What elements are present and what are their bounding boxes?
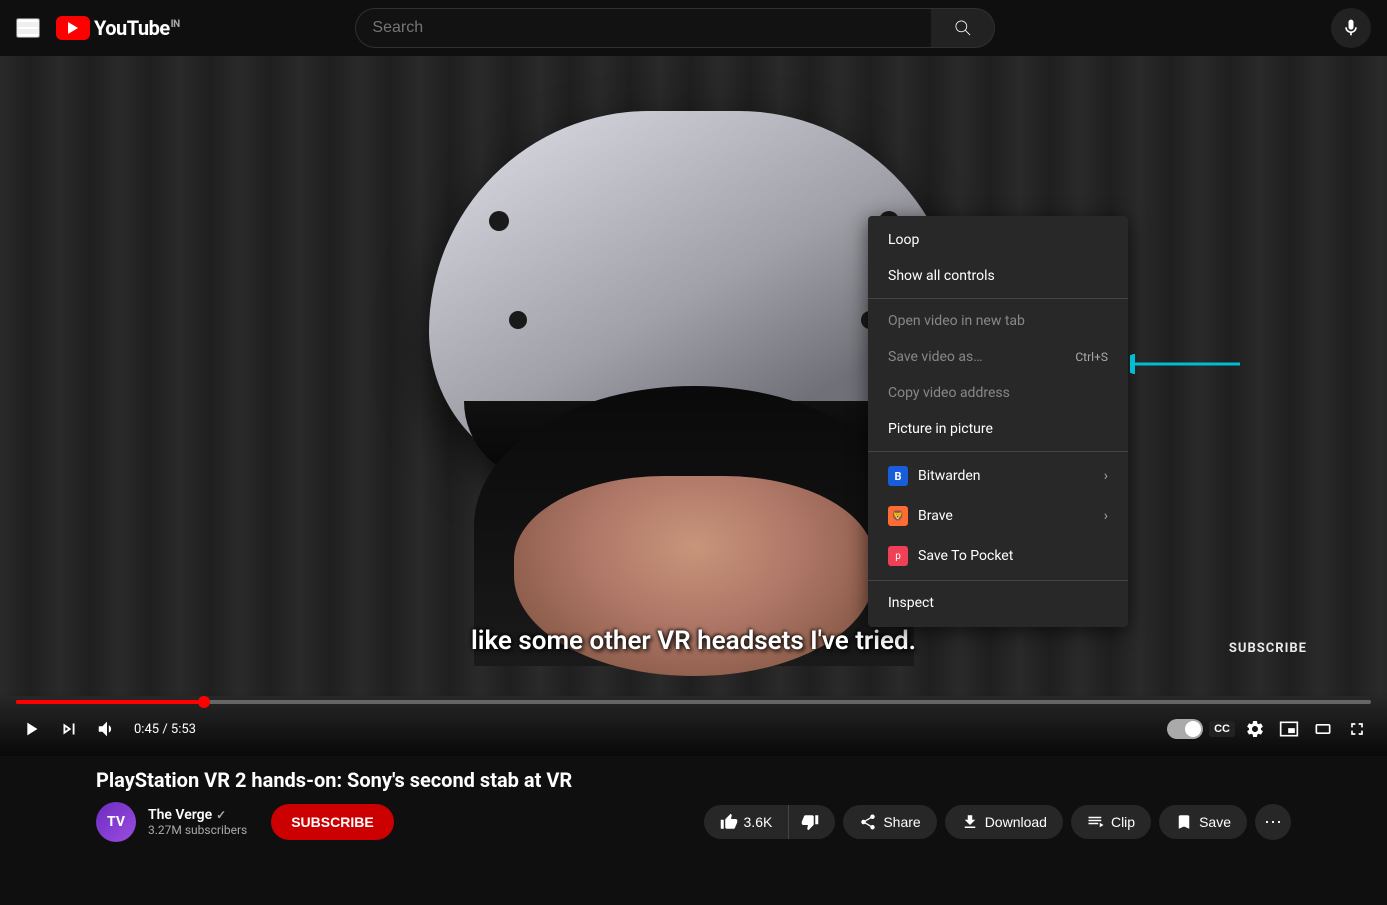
cc-button[interactable]: CC bbox=[1209, 721, 1235, 737]
toggle-knob bbox=[1185, 721, 1201, 737]
context-menu-copy-address[interactable]: Copy video address bbox=[868, 375, 1128, 411]
toggle-track[interactable] bbox=[1167, 719, 1203, 739]
header-right bbox=[1331, 8, 1371, 48]
controls-right: CC bbox=[1167, 715, 1371, 743]
video-container[interactable]: like some other VR headsets I've tried. … bbox=[0, 56, 1387, 756]
channel-avatar[interactable]: TV bbox=[96, 802, 136, 842]
progress-dot bbox=[198, 696, 210, 708]
brave-arrow: › bbox=[1104, 508, 1108, 524]
context-menu-brave[interactable]: 🦁 Brave › bbox=[868, 496, 1128, 536]
actions-row: 3.6K Share Download bbox=[704, 804, 1291, 840]
video-info: PlayStation VR 2 hands-on: Sony's second… bbox=[0, 756, 1387, 842]
settings-button[interactable] bbox=[1241, 715, 1269, 743]
cc-label: CC bbox=[1214, 723, 1230, 735]
context-menu-save-to-pocket[interactable]: p Save To Pocket bbox=[868, 536, 1128, 576]
like-button[interactable]: 3.6K bbox=[704, 805, 789, 839]
context-menu-save-video-as[interactable]: Save video as… Ctrl+S bbox=[868, 339, 1128, 375]
save-button[interactable]: Save bbox=[1159, 805, 1247, 839]
play-icon bbox=[20, 718, 42, 740]
context-menu-inspect[interactable]: Inspect bbox=[868, 585, 1128, 621]
context-menu-divider-3 bbox=[868, 580, 1128, 581]
miniplayer-icon bbox=[1279, 719, 1299, 739]
channel-subscribers: 3.27M subscribers bbox=[148, 823, 247, 837]
context-menu-divider-1 bbox=[868, 298, 1128, 299]
fullscreen-icon bbox=[1347, 719, 1367, 739]
progress-bar[interactable] bbox=[16, 700, 1371, 704]
header-left: YouTubeIN bbox=[16, 16, 180, 40]
verified-badge: ✓ bbox=[216, 808, 226, 822]
subtitles-text: like some other VR headsets I've tried. bbox=[471, 626, 916, 656]
thumbs-down-icon bbox=[801, 813, 819, 831]
youtube-logo[interactable]: YouTubeIN bbox=[56, 16, 180, 40]
like-dislike-group: 3.6K bbox=[704, 805, 836, 839]
bitwarden-icon: B bbox=[888, 466, 908, 486]
theater-icon bbox=[1313, 719, 1333, 739]
clip-button[interactable]: Clip bbox=[1071, 805, 1151, 839]
theater-button[interactable] bbox=[1309, 715, 1337, 743]
context-menu-divider-2 bbox=[868, 451, 1128, 452]
clip-icon bbox=[1087, 813, 1105, 831]
autoplay-toggle[interactable] bbox=[1167, 719, 1203, 739]
youtube-icon bbox=[56, 16, 90, 40]
controls-row: 0:45 / 5:53 CC bbox=[16, 714, 1371, 744]
voice-search-button[interactable] bbox=[1331, 8, 1371, 48]
subscribe-overlay: SUBSCRIBE bbox=[1229, 641, 1307, 656]
context-menu-show-all-controls[interactable]: Show all controls bbox=[868, 258, 1128, 294]
volume-icon bbox=[96, 718, 118, 740]
context-menu-bitwarden[interactable]: B Bitwarden › bbox=[868, 456, 1128, 496]
thumbs-up-icon bbox=[720, 813, 738, 831]
video-background: like some other VR headsets I've tried. … bbox=[0, 56, 1387, 756]
time-display: 0:45 / 5:53 bbox=[134, 722, 196, 737]
search-bar bbox=[355, 8, 995, 48]
search-icon bbox=[953, 18, 973, 38]
next-icon bbox=[58, 718, 80, 740]
dot3 bbox=[509, 311, 527, 329]
dot1 bbox=[489, 211, 509, 231]
video-meta: TV The Verge ✓ 3.27M subscribers SUBSCRI… bbox=[96, 802, 1291, 842]
share-button[interactable]: Share bbox=[843, 805, 936, 839]
save-icon bbox=[1175, 813, 1193, 831]
more-options-button[interactable]: ⋯ bbox=[1255, 804, 1291, 840]
more-options-icon: ⋯ bbox=[1264, 812, 1282, 833]
header: YouTubeIN bbox=[0, 0, 1387, 56]
search-input[interactable] bbox=[355, 8, 931, 48]
pip-arrow bbox=[1130, 354, 1250, 374]
video-title: PlayStation VR 2 hands-on: Sony's second… bbox=[96, 768, 1291, 792]
hamburger-menu-button[interactable] bbox=[16, 18, 40, 38]
bitwarden-arrow: › bbox=[1104, 468, 1108, 484]
settings-icon bbox=[1245, 719, 1265, 739]
channel-info: TV The Verge ✓ 3.27M subscribers SUBSCRI… bbox=[96, 802, 394, 842]
context-menu-picture-in-picture[interactable]: Picture in picture bbox=[868, 411, 1128, 447]
volume-button[interactable] bbox=[92, 714, 122, 744]
fullscreen-button[interactable] bbox=[1343, 715, 1371, 743]
mic-icon bbox=[1341, 18, 1361, 38]
next-button[interactable] bbox=[54, 714, 84, 744]
download-icon bbox=[961, 813, 979, 831]
progress-bar-fill bbox=[16, 700, 200, 704]
download-button[interactable]: Download bbox=[945, 805, 1063, 839]
context-menu-open-new-tab[interactable]: Open video in new tab bbox=[868, 303, 1128, 339]
channel-name-wrapper: The Verge ✓ 3.27M subscribers bbox=[148, 807, 247, 837]
dislike-button[interactable] bbox=[788, 805, 835, 839]
video-controls-bar: 0:45 / 5:53 CC bbox=[0, 692, 1387, 756]
search-button[interactable] bbox=[931, 8, 995, 48]
context-menu: Loop Show all controls Open video in new… bbox=[868, 216, 1128, 627]
pocket-icon: p bbox=[888, 546, 908, 566]
youtube-wordmark: YouTubeIN bbox=[94, 16, 180, 40]
share-icon bbox=[859, 813, 877, 831]
brave-icon: 🦁 bbox=[888, 506, 908, 526]
channel-name[interactable]: The Verge ✓ bbox=[148, 807, 247, 823]
miniplayer-button[interactable] bbox=[1275, 715, 1303, 743]
play-button[interactable] bbox=[16, 714, 46, 744]
context-menu-loop[interactable]: Loop bbox=[868, 222, 1128, 258]
subscribe-button[interactable]: SUBSCRIBE bbox=[271, 804, 393, 840]
